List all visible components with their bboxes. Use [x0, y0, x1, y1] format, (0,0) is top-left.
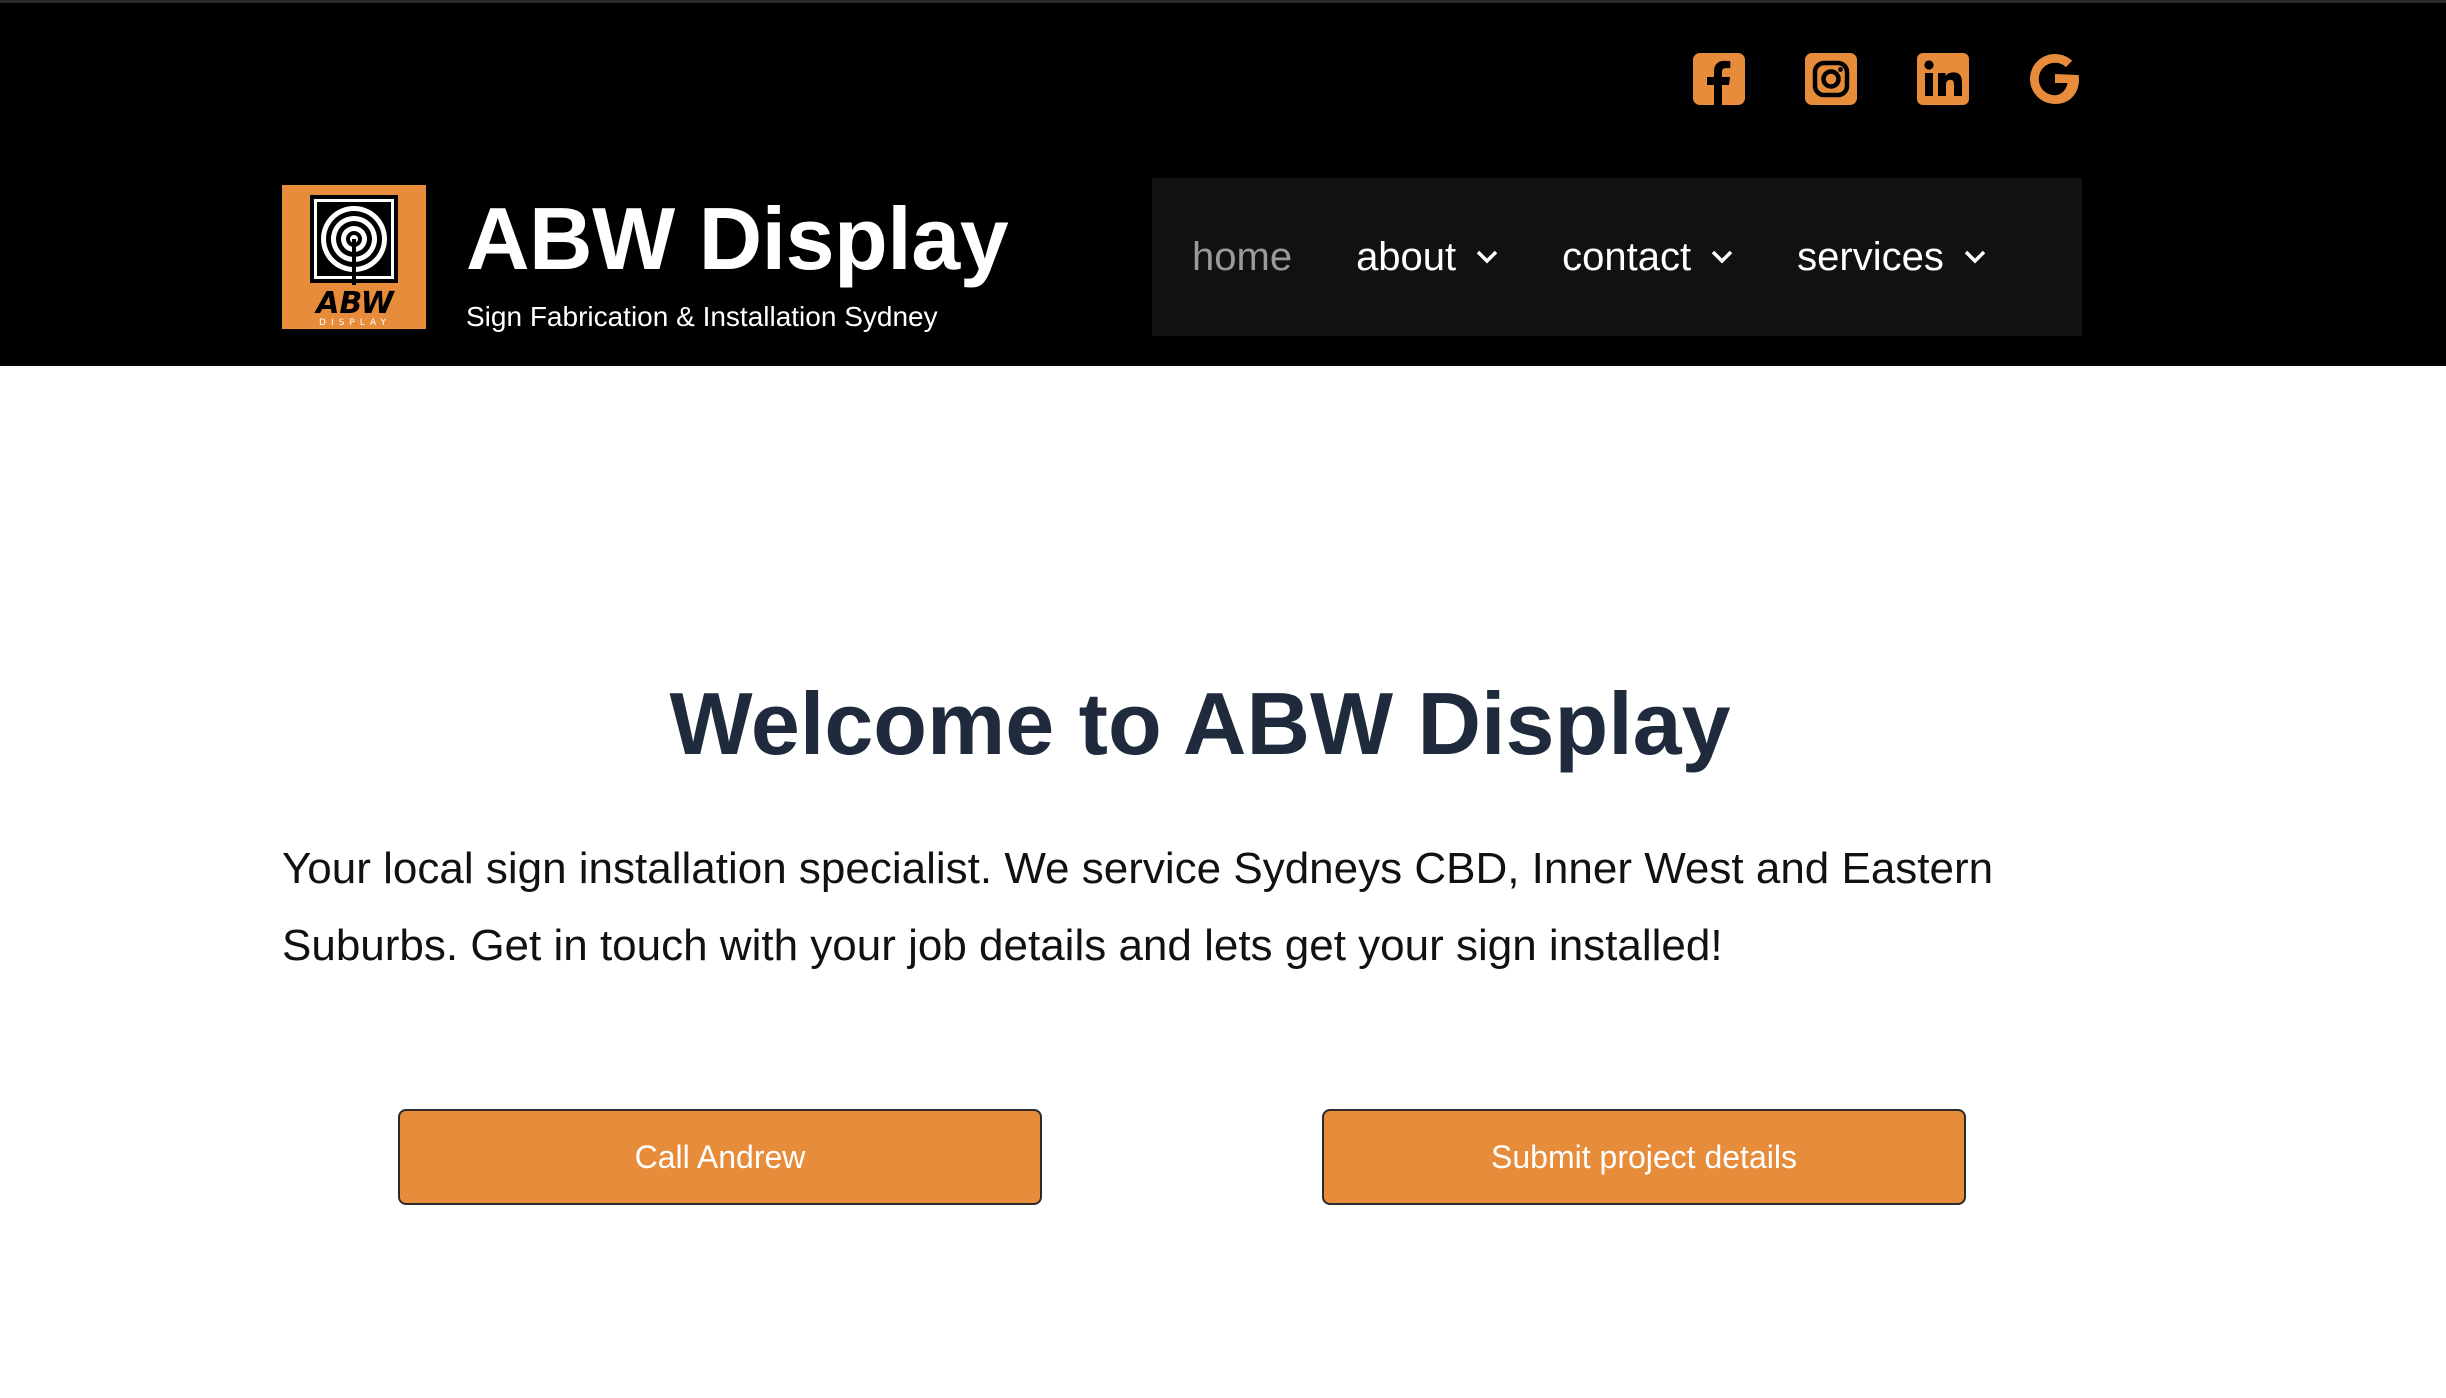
chevron-down-icon — [1476, 250, 1498, 264]
page-title: Welcome to ABW Display — [669, 674, 1731, 773]
main-nav: home about contact services — [1152, 178, 2082, 336]
google-icon[interactable] — [2027, 51, 2083, 107]
nav-item-services[interactable]: services — [1797, 235, 1986, 280]
nav-item-about[interactable]: about — [1356, 235, 1498, 280]
nav-item-label: about — [1356, 234, 1457, 279]
nav-item-label: services — [1797, 234, 1944, 279]
chevron-down-icon — [1711, 250, 1733, 264]
logo-subtext: DISPLAY — [319, 318, 391, 328]
social-links — [1691, 51, 2083, 107]
site-header: ABW DISPLAY ABW Display Sign Fabrication… — [0, 0, 2446, 366]
logo[interactable]: ABW DISPLAY — [282, 185, 426, 329]
brand[interactable]: ABW DISPLAY ABW Display Sign Fabrication… — [282, 185, 1009, 332]
instagram-icon[interactable] — [1803, 51, 1859, 107]
linkedin-icon[interactable] — [1915, 51, 1971, 107]
nav-item-home[interactable]: home — [1192, 235, 1292, 280]
submit-project-button[interactable]: Submit project details — [1322, 1109, 1966, 1205]
logo-text: ABW — [314, 286, 395, 321]
nav-item-contact[interactable]: contact — [1562, 235, 1733, 280]
call-andrew-button[interactable]: Call Andrew — [398, 1109, 1042, 1205]
brand-text: ABW Display Sign Fabrication & Installat… — [466, 195, 1009, 332]
site-tagline: Sign Fabrication & Installation Sydney — [466, 301, 938, 332]
chevron-down-icon — [1964, 250, 1986, 264]
intro-text: Your local sign installation specialist.… — [282, 844, 1994, 970]
nav-item-label: home — [1192, 234, 1293, 279]
site-title[interactable]: ABW Display — [466, 195, 1009, 283]
facebook-icon[interactable] — [1691, 51, 1747, 107]
nav-item-label: contact — [1562, 234, 1692, 279]
